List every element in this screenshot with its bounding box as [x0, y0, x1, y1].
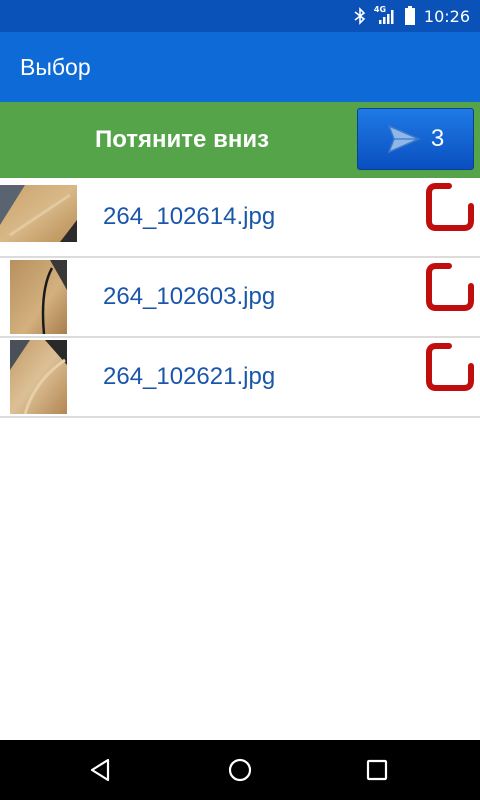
thumbnail	[0, 185, 77, 242]
file-name: 264_102614.jpg	[103, 203, 276, 230]
delete-icon[interactable]	[425, 262, 475, 312]
status-bar: 4G 10:26	[0, 0, 480, 32]
navigation-bar	[0, 740, 480, 800]
file-name: 264_102603.jpg	[103, 283, 276, 310]
thumbnail	[10, 340, 67, 414]
clock: 10:26	[423, 6, 470, 26]
page-title: Выбор	[20, 53, 91, 80]
recents-button[interactable]	[359, 754, 395, 786]
bluetooth-icon	[354, 7, 366, 25]
back-icon	[90, 758, 110, 782]
home-icon	[228, 758, 252, 782]
pull-down-hint: Потяните вниз	[94, 126, 270, 153]
delete-icon[interactable]	[425, 342, 475, 392]
delete-icon[interactable]	[425, 182, 475, 232]
send-count: 3	[430, 125, 445, 152]
file-name: 264_102621.jpg	[103, 363, 276, 390]
back-button[interactable]	[82, 754, 118, 786]
send-button[interactable]: 3	[357, 108, 474, 170]
battery-icon	[404, 6, 415, 25]
action-bar: Потяните вниз 3	[0, 102, 480, 178]
home-button[interactable]	[222, 754, 258, 786]
signal-icon	[378, 10, 394, 24]
list-item[interactable]: 264_102603.jpg	[0, 258, 480, 338]
thumbnail	[10, 260, 67, 334]
file-list: 264_102614.jpg 264_102603.jpg 264_102621…	[0, 178, 480, 418]
send-icon	[387, 124, 421, 154]
app-bar: Выбор	[0, 32, 480, 102]
list-item[interactable]: 264_102614.jpg	[0, 178, 480, 258]
recents-icon	[366, 759, 388, 781]
signal-indicator: 4G	[374, 5, 396, 25]
list-item[interactable]: 264_102621.jpg	[0, 338, 480, 418]
